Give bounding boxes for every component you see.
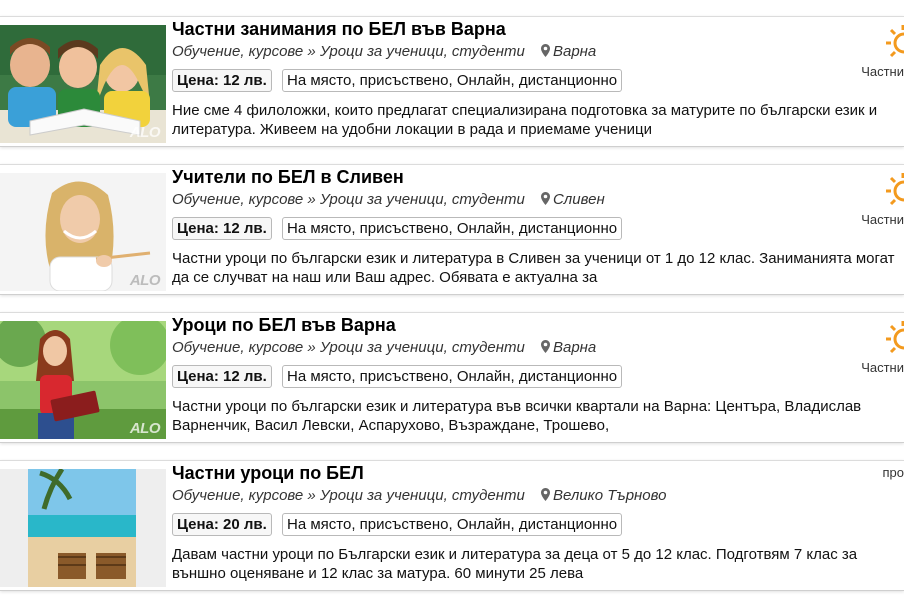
listing-card[interactable]: ALO Учители по БЕЛ в Сливен Обучение, ку… — [0, 164, 904, 295]
price-badge: Цена: 12 лв. — [172, 217, 272, 240]
listing-description: Частни уроци по български език и литерат… — [172, 398, 862, 434]
sun-icon — [886, 321, 904, 354]
listing-thumbnail[interactable]: ALO — [0, 25, 166, 143]
seller-type-label: Частни — [861, 64, 904, 79]
listing-description: Давам частни уроци по Български език и л… — [172, 546, 858, 582]
listing-title[interactable]: Уроци по БЕЛ във Варна — [172, 315, 396, 336]
listing-category: Обучение, курсове » Уроци за ученици, ст… — [172, 43, 596, 60]
listing-thumbnail[interactable]: ALO — [0, 173, 166, 291]
listing-category: Обучение, курсове » Уроци за ученици, ст… — [172, 487, 666, 504]
listing-card[interactable]: ALO Уроци по БЕЛ във Варна Обучение, кур… — [0, 312, 904, 443]
price-badge: Цена: 12 лв. — [172, 69, 272, 92]
listing-title[interactable]: Частни уроци по БЕЛ — [172, 463, 364, 484]
listing-description: Частни уроци по български език и литерат… — [172, 250, 895, 286]
listing-card[interactable]: Частни уроци по БЕЛ Обучение, курсове » … — [0, 460, 904, 591]
price-badge: Цена: 12 лв. — [172, 365, 272, 388]
category-path[interactable]: Обучение, курсове » Уроци за ученици, ст… — [172, 191, 525, 208]
location: Велико Търново — [540, 487, 667, 504]
format-badge: На място, присъствено, Онлайн, дистанцио… — [282, 365, 623, 388]
format-badge: На място, присъствено, Онлайн, дистанцио… — [282, 513, 623, 536]
beach-image — [0, 469, 166, 587]
format-badge: На място, присъствено, Онлайн, дистанцио… — [282, 217, 623, 240]
seller-type-label: Частни — [861, 212, 904, 227]
watermark-logo: ALO — [129, 124, 161, 141]
location-label: Варна — [552, 339, 597, 356]
watermark-logo: ALO — [129, 272, 161, 289]
listing-thumbnail[interactable]: ALO — [0, 321, 166, 439]
location: Сливен — [540, 191, 605, 208]
seller-type-label: Частни — [861, 360, 904, 375]
format-badge: На място, присъствено, Онлайн, дистанцио… — [282, 69, 623, 92]
listing-card[interactable]: ALO Частни занимания по БЕЛ във Варна Об… — [0, 16, 904, 147]
category-path[interactable]: Обучение, курсове » Уроци за ученици, ст… — [172, 487, 525, 504]
location-pin-icon — [540, 44, 550, 57]
category-path[interactable]: Обучение, курсове » Уроци за ученици, ст… — [172, 339, 525, 356]
listing-thumbnail[interactable] — [0, 469, 166, 587]
location-label: Сливен — [552, 191, 605, 208]
listing-category: Обучение, курсове » Уроци за ученици, ст… — [172, 191, 605, 208]
watermark-logo: ALO — [129, 420, 161, 437]
listing-title[interactable]: Частни занимания по БЕЛ във Варна — [172, 19, 506, 40]
price-badge: Цена: 20 лв. — [172, 513, 272, 536]
listing-title[interactable]: Учители по БЕЛ в Сливен — [172, 167, 404, 188]
sun-icon — [886, 173, 904, 206]
promo-label: про — [882, 465, 904, 480]
location: Варна — [540, 339, 597, 356]
location-label: Варна — [552, 43, 597, 60]
location-pin-icon — [540, 192, 550, 205]
listing-description: Ние сме 4 филоложки, които предлагат спе… — [172, 102, 878, 138]
location-label: Велико Търново — [552, 487, 667, 504]
location: Варна — [540, 43, 597, 60]
sun-icon — [886, 25, 904, 58]
location-pin-icon — [540, 340, 550, 353]
listing-category: Обучение, курсове » Уроци за ученици, ст… — [172, 339, 596, 356]
category-path[interactable]: Обучение, курсове » Уроци за ученици, ст… — [172, 43, 525, 60]
location-pin-icon — [540, 488, 550, 501]
